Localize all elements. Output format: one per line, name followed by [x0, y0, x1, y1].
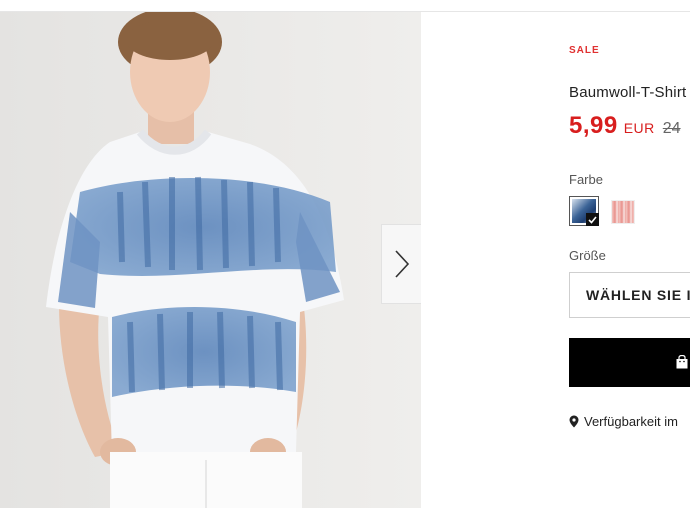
currency: EUR	[623, 120, 655, 136]
chevron-right-icon	[394, 250, 409, 278]
store-availability-link[interactable]: Verfügbarkeit im	[569, 414, 678, 429]
shopping-bag-icon	[676, 355, 688, 369]
price-row: 5,99 EUR 24	[569, 112, 681, 140]
page-header-strip	[0, 0, 690, 12]
color-label: Farbe	[569, 172, 603, 187]
check-icon	[586, 213, 599, 226]
product-name: Baumwoll-T-Shirt	[569, 84, 687, 101]
old-price: 24	[662, 120, 681, 137]
model-photo	[0, 12, 421, 508]
product-info-panel: SALE Baumwoll-T-Shirt 5,99 EUR 24 Farbe Gr…	[421, 12, 690, 508]
sale-badge: SALE	[569, 45, 600, 56]
current-price: 5,99	[569, 112, 618, 139]
availability-text: Verfügbarkeit im	[584, 414, 678, 429]
size-select-button[interactable]: WÄHLEN SIE IH	[569, 272, 690, 318]
color-swatch-blue[interactable]	[569, 196, 599, 226]
color-swatch-pink[interactable]	[611, 200, 635, 224]
location-pin-icon	[569, 415, 579, 428]
next-image-button[interactable]	[381, 224, 421, 304]
size-label: Größe	[569, 248, 606, 263]
add-to-cart-button[interactable]	[569, 338, 690, 387]
product-image[interactable]	[0, 12, 421, 508]
